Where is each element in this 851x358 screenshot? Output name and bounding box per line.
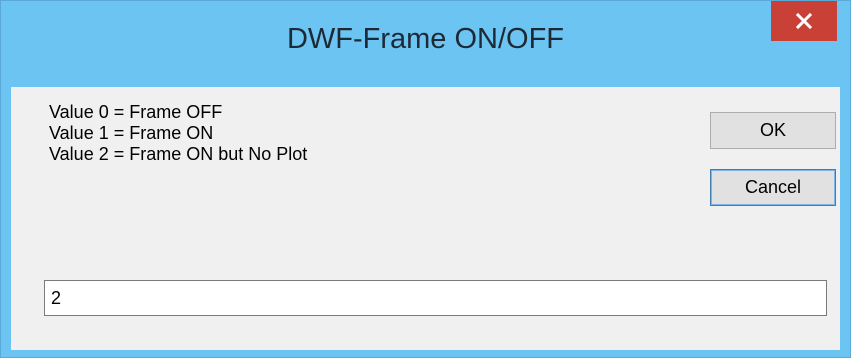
close-button[interactable]: [771, 1, 837, 41]
title-bar[interactable]: DWF-Frame ON/OFF: [1, 1, 850, 87]
prompt-line: Value 1 = Frame ON: [49, 123, 214, 143]
value-input[interactable]: [44, 280, 827, 316]
close-icon: [796, 13, 812, 29]
dialog-body: Value 0 = Frame OFF Value 1 = Frame ON V…: [11, 87, 840, 350]
dialog-window: DWF-Frame ON/OFF Value 0 = Frame OFF Val…: [0, 0, 851, 358]
ok-button[interactable]: OK: [710, 112, 836, 149]
prompt-line: Value 0 = Frame OFF: [49, 102, 223, 122]
dialog-title: DWF-Frame ON/OFF: [286, 23, 565, 55]
cancel-button[interactable]: Cancel: [710, 169, 836, 206]
prompt-text: Value 0 = Frame OFF Value 1 = Frame ON V…: [49, 102, 307, 165]
prompt-line: Value 2 = Frame ON but No Plot: [49, 144, 308, 164]
